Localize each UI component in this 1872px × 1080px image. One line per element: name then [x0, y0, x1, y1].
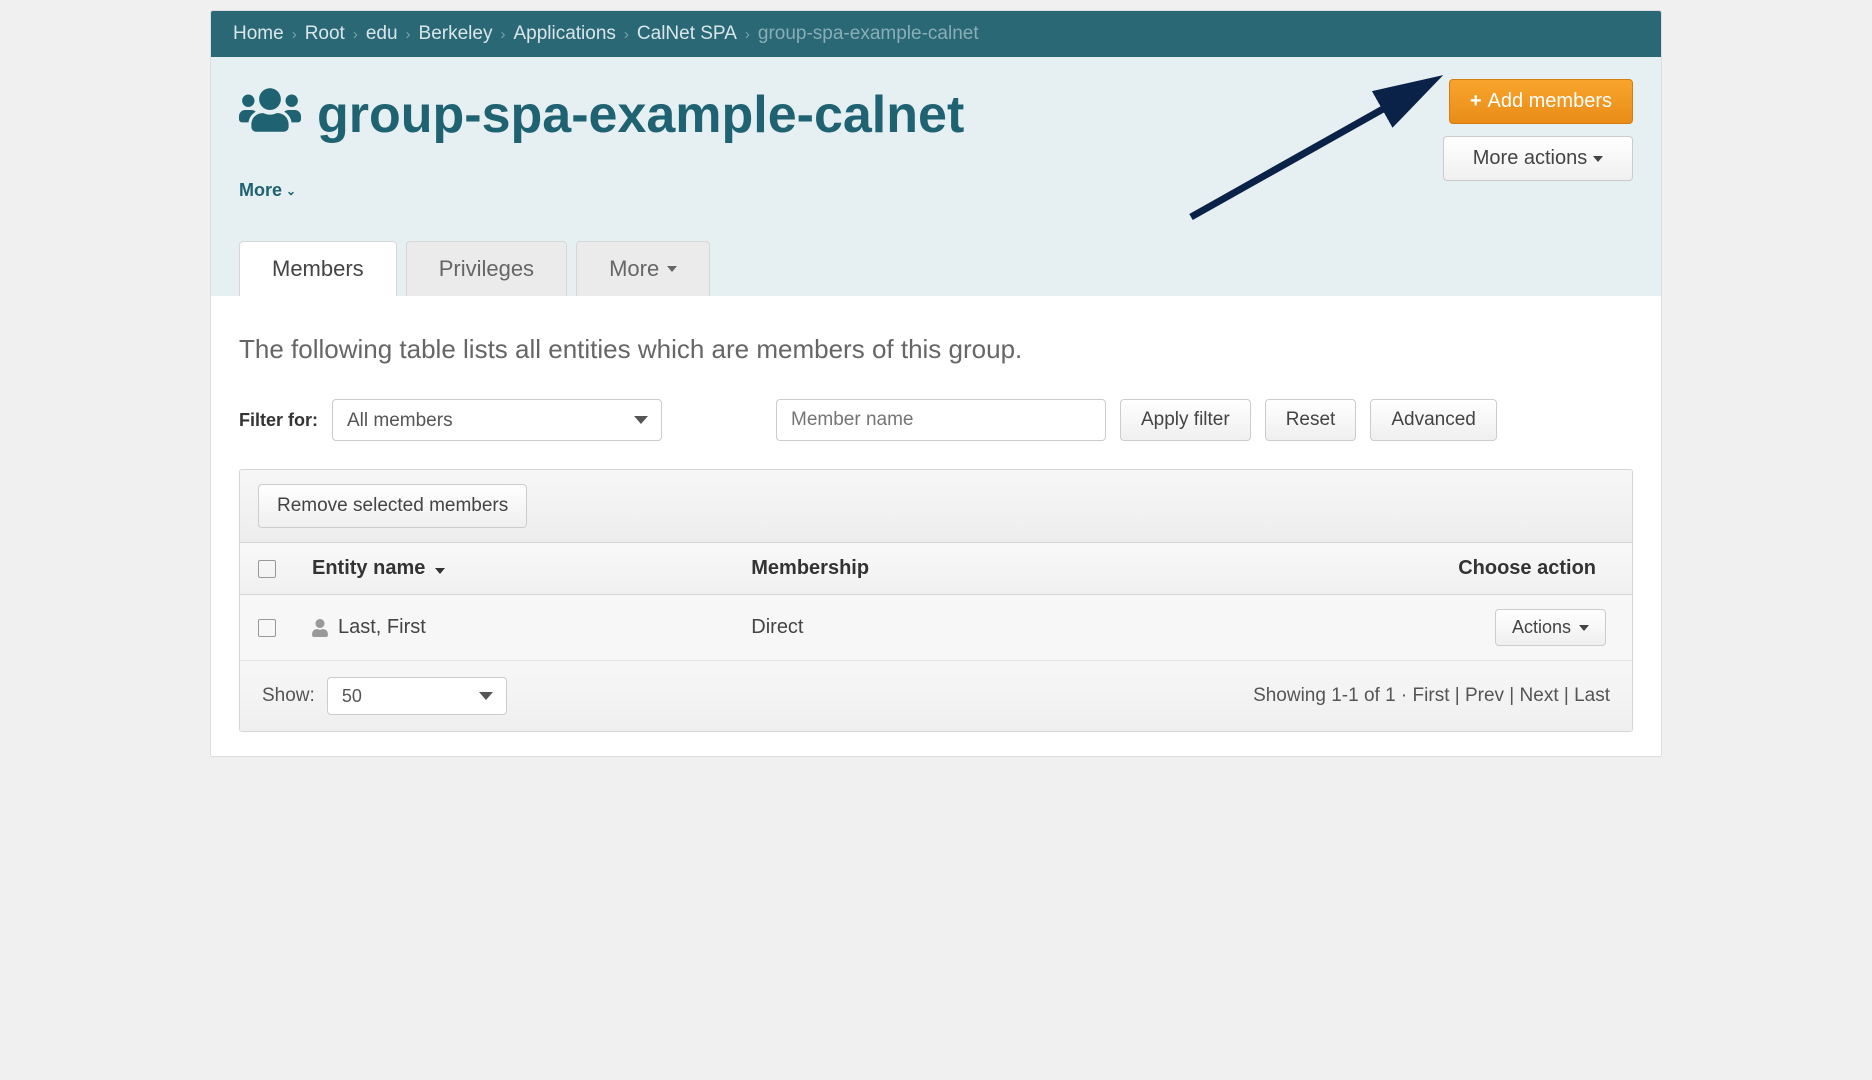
- plus-icon: +: [1470, 90, 1482, 113]
- filter-for-select[interactable]: All members: [332, 399, 662, 441]
- chevron-down-icon: ⌄: [286, 184, 296, 198]
- person-icon: [312, 619, 328, 637]
- more-actions-button[interactable]: More actions: [1443, 136, 1633, 181]
- breadcrumb-applications[interactable]: Applications: [513, 23, 615, 45]
- caret-down-icon: [667, 266, 677, 272]
- more-actions-label: More actions: [1473, 147, 1588, 170]
- members-table-panel: Remove selected members Entity name Memb…: [239, 469, 1633, 732]
- more-label: More: [239, 180, 282, 201]
- row-checkbox[interactable]: [258, 619, 276, 637]
- group-icon: [239, 79, 301, 150]
- breadcrumb-edu[interactable]: edu: [366, 23, 398, 45]
- row-actions-button[interactable]: Actions: [1495, 609, 1606, 646]
- paging-info[interactable]: Showing 1-1 of 1 · First | Prev | Next |…: [1253, 685, 1610, 707]
- tab-members[interactable]: Members: [239, 241, 397, 296]
- caret-down-icon: [1593, 156, 1603, 162]
- chevron-right-icon: ›: [353, 26, 358, 43]
- tab-more-label: More: [609, 256, 659, 282]
- select-all-checkbox[interactable]: [258, 560, 276, 578]
- more-options-link[interactable]: More ⌄: [239, 180, 296, 201]
- breadcrumb-root[interactable]: Root: [305, 23, 345, 45]
- page-title: group-spa-example-calnet: [239, 79, 964, 150]
- member-name-input[interactable]: [776, 399, 1106, 441]
- show-label: Show:: [262, 685, 315, 707]
- table-footer: Show: 50 Showing 1-1 of 1 · First | Prev…: [240, 661, 1632, 731]
- tab-members-label: Members: [272, 256, 364, 282]
- remove-selected-button[interactable]: Remove selected members: [258, 484, 527, 528]
- advanced-button[interactable]: Advanced: [1370, 399, 1497, 441]
- breadcrumb: Home › Root › edu › Berkeley › Applicati…: [211, 11, 1661, 57]
- table-row: Last, First Direct Actions: [240, 595, 1632, 661]
- table-toolbar: Remove selected members: [240, 470, 1632, 543]
- page-title-text: group-spa-example-calnet: [317, 89, 964, 141]
- add-members-button[interactable]: + Add members: [1449, 79, 1633, 124]
- breadcrumb-current: group-spa-example-calnet: [758, 23, 979, 45]
- filter-label: Filter for:: [239, 410, 318, 431]
- chevron-right-icon: ›: [500, 26, 505, 43]
- filter-row: Filter for: All members Apply filter Res…: [239, 399, 1633, 441]
- breadcrumb-berkeley[interactable]: Berkeley: [419, 23, 493, 45]
- entity-name-header-label: Entity name: [312, 557, 425, 579]
- add-members-label: Add members: [1488, 90, 1613, 113]
- chevron-right-icon: ›: [624, 26, 629, 43]
- show-count-select[interactable]: 50: [327, 677, 507, 715]
- tab-privileges[interactable]: Privileges: [406, 241, 567, 296]
- entity-name-header[interactable]: Entity name: [294, 543, 733, 595]
- sort-desc-icon: [435, 568, 445, 574]
- tab-content: The following table lists all entities w…: [211, 295, 1661, 756]
- breadcrumb-home[interactable]: Home: [233, 23, 284, 45]
- select-all-header: [240, 543, 294, 595]
- tab-privileges-label: Privileges: [439, 256, 534, 282]
- row-actions-label: Actions: [1512, 617, 1571, 638]
- breadcrumb-calnet-spa[interactable]: CalNet SPA: [637, 23, 737, 45]
- membership-header[interactable]: Membership: [733, 543, 1133, 595]
- choose-action-header: Choose action: [1133, 543, 1632, 595]
- tabs: Members Privileges More: [239, 241, 1633, 296]
- members-table: Entity name Membership Choose action: [240, 543, 1632, 661]
- chevron-right-icon: ›: [292, 26, 297, 43]
- reset-button[interactable]: Reset: [1265, 399, 1357, 441]
- entity-name-value: Last, First: [338, 616, 426, 639]
- chevron-right-icon: ›: [745, 26, 750, 43]
- paging-text: Showing 1-1 of 1 · First | Prev | Next |…: [1253, 685, 1610, 706]
- tab-more[interactable]: More: [576, 241, 710, 296]
- header: group-spa-example-calnet More ⌄ + Add me…: [211, 57, 1661, 296]
- chevron-right-icon: ›: [406, 26, 411, 43]
- membership-value: Direct: [733, 595, 1133, 661]
- caret-down-icon: [1579, 625, 1589, 631]
- table-description: The following table lists all entities w…: [239, 334, 1633, 365]
- apply-filter-button[interactable]: Apply filter: [1120, 399, 1251, 441]
